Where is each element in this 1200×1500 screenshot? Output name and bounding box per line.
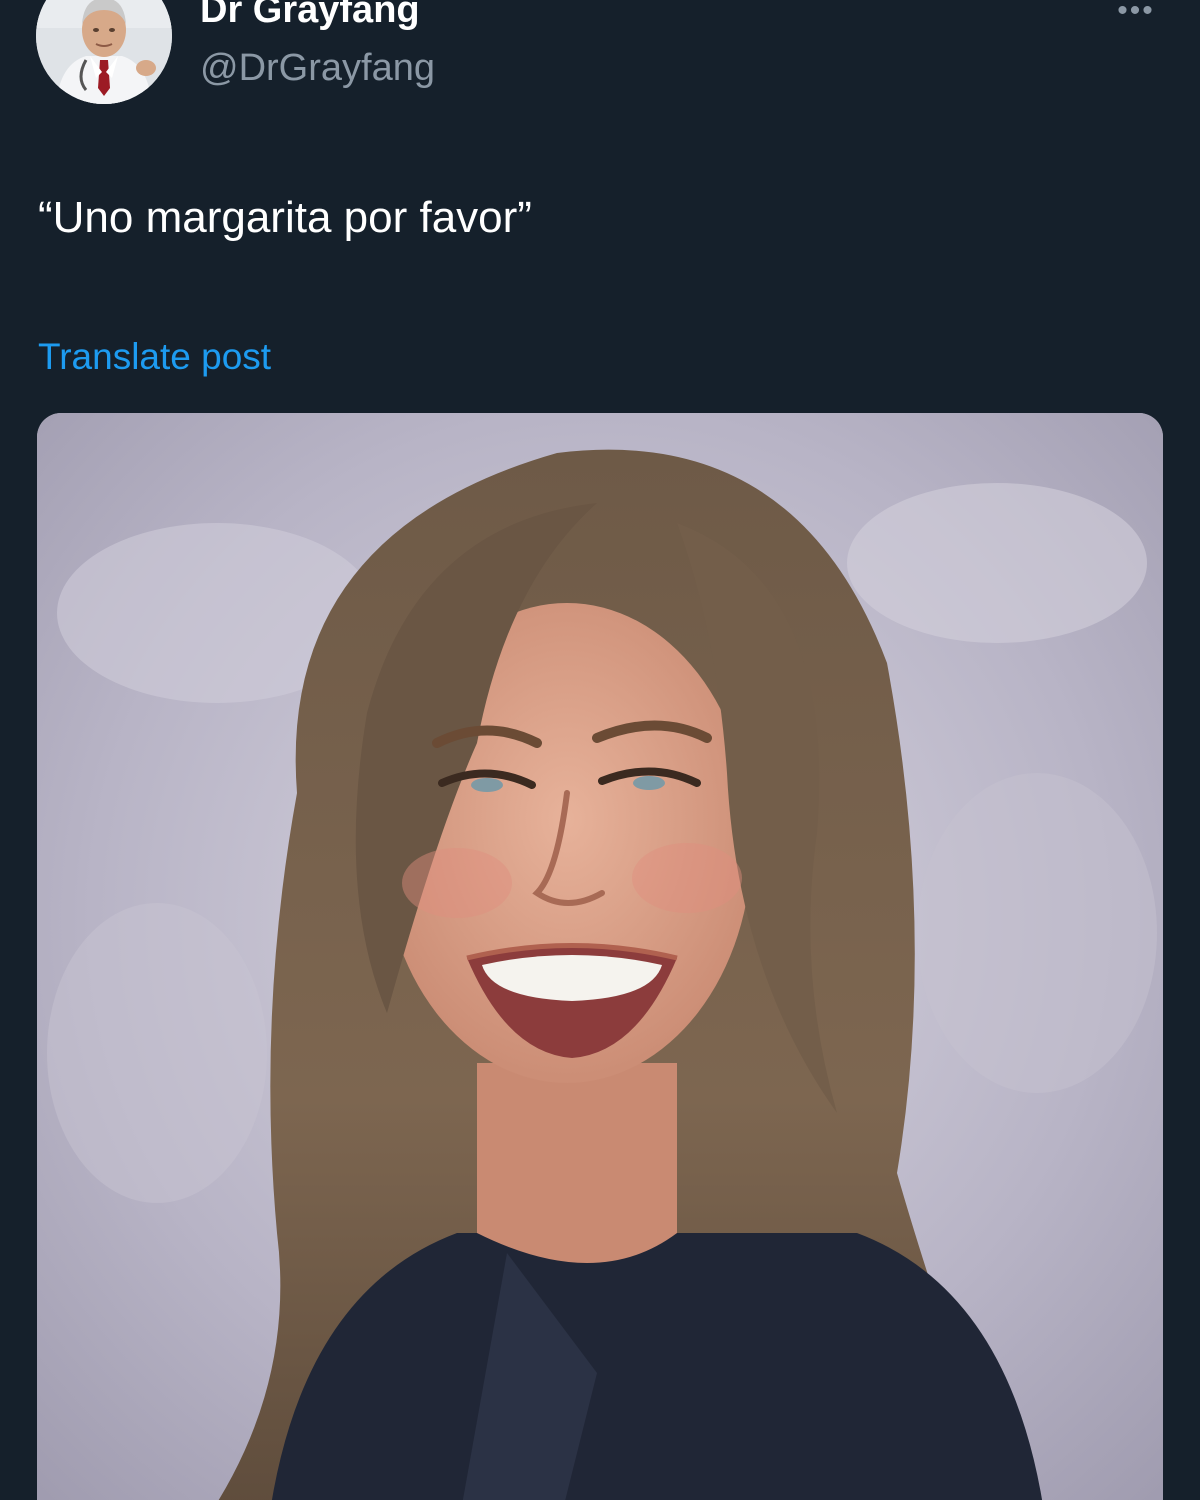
ellipsis-icon: ••• [1117,0,1155,27]
doctor-avatar-icon [36,0,172,104]
translate-post-link[interactable]: Translate post [38,334,271,380]
author-handle[interactable]: @DrGrayfang [200,44,435,92]
post: Dr Grayfang @DrGrayfang ••• “Uno margari… [0,0,1200,1500]
photo-icon [37,413,1163,1500]
author-avatar[interactable] [36,0,172,104]
post-text: “Uno margarita por favor” [38,193,532,242]
more-options-button[interactable]: ••• [1108,0,1164,28]
author-display-name[interactable]: Dr Grayfang [200,0,420,32]
post-image[interactable] [37,413,1163,1500]
